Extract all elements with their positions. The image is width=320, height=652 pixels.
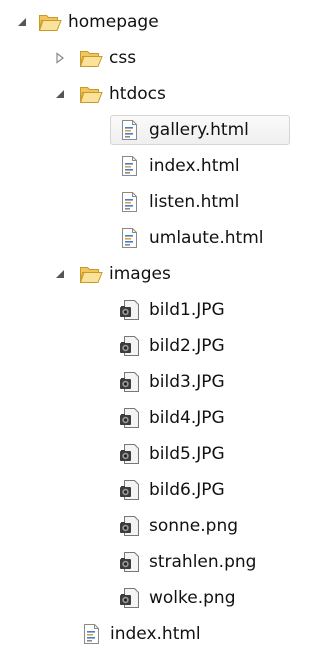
tree-item-label: strahlen.png (149, 552, 257, 572)
tree-item-strahlen[interactable]: strahlen.png (0, 544, 304, 580)
tree-item-label: images (109, 264, 171, 284)
image-file-icon (118, 515, 142, 537)
image-file-icon (118, 443, 142, 465)
html-file-icon (80, 623, 104, 645)
tree-item-umlaute-html[interactable]: umlaute.html (0, 220, 304, 256)
image-file-icon (118, 407, 142, 429)
tree-item-label: sonne.png (149, 516, 239, 536)
tree-item-label: css (109, 48, 137, 68)
tree-item-label: umlaute.html (149, 228, 264, 248)
tree-item-sonne[interactable]: sonne.png (0, 508, 304, 544)
image-file-icon (118, 479, 142, 501)
tree-item-label: bild2.JPG (149, 336, 225, 356)
expand-arrow-icon[interactable] (16, 16, 28, 28)
tree-item-bild1[interactable]: bild1.JPG (0, 292, 304, 328)
tree-item-bild4[interactable]: bild4.JPG (0, 400, 304, 436)
tree-item-listen-html[interactable]: listen.html (0, 184, 304, 220)
tree-item-bild5[interactable]: bild5.JPG (0, 436, 304, 472)
tree-item-wolke[interactable]: wolke.png (0, 580, 304, 616)
image-file-icon (118, 551, 142, 573)
tree-item-root-index-html[interactable]: index.html (0, 616, 304, 652)
tree-item-label: index.html (149, 156, 240, 176)
folder-open-icon (79, 83, 103, 105)
tree-item-label: wolke.png (149, 588, 236, 608)
collapse-arrow-icon[interactable] (54, 52, 66, 64)
folder-open-icon (79, 263, 103, 285)
tree-item-index-html[interactable]: index.html (0, 148, 304, 184)
image-file-icon (118, 587, 142, 609)
tree-item-bild6[interactable]: bild6.JPG (0, 472, 304, 508)
tree-item-gallery-html[interactable]: gallery.html (0, 112, 304, 148)
html-file-icon (118, 191, 142, 213)
image-file-icon (118, 371, 142, 393)
tree-item-label: bild3.JPG (149, 372, 225, 392)
folder-open-icon (38, 11, 62, 33)
tree-item-label: bild5.JPG (149, 444, 225, 464)
tree-item-bild2[interactable]: bild2.JPG (0, 328, 304, 364)
html-file-icon (118, 227, 142, 249)
folder-icon (79, 47, 103, 69)
expand-arrow-icon[interactable] (54, 88, 66, 100)
tree-item-label: bild1.JPG (149, 300, 225, 320)
tree-item-label: htdocs (109, 84, 166, 104)
tree-item-label: homepage (68, 12, 159, 32)
expand-arrow-icon[interactable] (54, 268, 66, 280)
image-file-icon (118, 335, 142, 357)
tree-item-css[interactable]: css (0, 40, 304, 76)
tree-item-label: gallery.html (149, 120, 249, 140)
tree-item-label: bild6.JPG (149, 480, 225, 500)
tree-item-label: bild4.JPG (149, 408, 225, 428)
tree-item-label: listen.html (149, 192, 240, 212)
tree-item-label: index.html (110, 624, 201, 644)
image-file-icon (118, 299, 142, 321)
tree-item-bild3[interactable]: bild3.JPG (0, 364, 304, 400)
tree-item-htdocs[interactable]: htdocs (0, 76, 304, 112)
html-file-icon (118, 119, 142, 141)
tree-item-homepage[interactable]: homepage (0, 4, 304, 40)
project-tree: homepage css htdocs gallery.html index.h… (0, 4, 304, 652)
tree-item-images[interactable]: images (0, 256, 304, 292)
html-file-icon (118, 155, 142, 177)
